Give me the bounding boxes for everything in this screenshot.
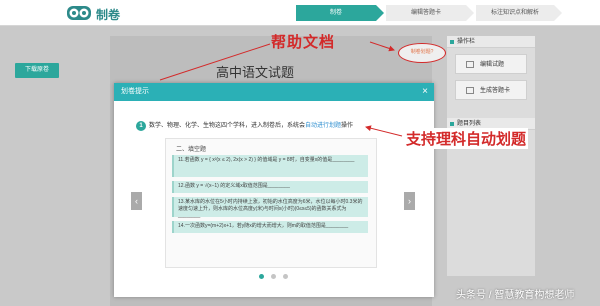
intro-tail: 操作 (341, 123, 354, 129)
download-original-button[interactable]: 下载原卷 (15, 63, 59, 78)
modal-title: 划卷提示 (121, 88, 149, 95)
intro-text: 数学、物理、化学、生物这四个学科，进入制卷后，系统会 (149, 123, 306, 129)
top-bar: 制卷 制卷 编辑答题卡 标注知识点和解析 (0, 0, 600, 26)
split-hint-modal: 划卷提示 × 1 数学、物理、化学、生物这四个学科，进入制卷后，系统会自动进行划题… (114, 83, 434, 297)
owl-logo-icon (67, 6, 91, 20)
card-icon (466, 87, 474, 94)
step-tag-knowledge[interactable]: 标注知识点和解析 (476, 5, 562, 21)
paper-title: 高中语文试题 (216, 65, 295, 80)
annotation-help-docs: 帮助文档 (271, 33, 336, 51)
edit-question-button[interactable]: 编辑试题 (455, 54, 527, 74)
question-item: 13.某水库的水位在5小时内持续上涨，初始的水位高度为6米，水位以每小时0.3米… (172, 197, 368, 219)
step-progress: 制卷 编辑答题卡 标注知识点和解析 (296, 5, 564, 21)
generate-answer-card-label: 生成答题卡 (480, 88, 511, 94)
close-icon[interactable]: × (422, 83, 428, 101)
step-edit-answer-card[interactable]: 编辑答题卡 (386, 5, 474, 21)
page-dot[interactable] (271, 274, 276, 279)
section-title: 二、填空题 (176, 147, 207, 153)
page-dot[interactable] (259, 274, 264, 279)
edit-question-label: 编辑试题 (480, 62, 505, 68)
question-item: 14.一次函数y=(m+2)x+1，若y随x的增大而增大，则m的取值范围是___… (172, 221, 368, 233)
next-arrow-icon[interactable]: › (404, 192, 415, 210)
modal-intro: 1 数学、物理、化学、生物这四个学科，进入制卷后，系统会自动进行划题操作 (136, 120, 353, 131)
help-docs-link[interactable]: 制卷划题? (398, 43, 446, 63)
watermark: 头条号 / 智慧教育构想老师 (456, 290, 575, 301)
panel-header: 操作栏 (447, 36, 535, 48)
generate-answer-card-button[interactable]: 生成答题卡 (455, 80, 527, 100)
auto-split-link[interactable]: 自动进行划题 (305, 123, 341, 129)
step-make-paper[interactable]: 制卷 (296, 5, 384, 21)
prev-arrow-icon[interactable]: ‹ (131, 192, 142, 210)
question-item: 11.若函数 y = { x²(x ≤ 2), 2x(x > 2) } 的值域是… (172, 155, 368, 177)
annotation-auto-split: 支持理科自动划题 (404, 128, 529, 149)
modal-header: 划卷提示 × (114, 83, 434, 101)
edit-icon (466, 61, 474, 68)
operation-panel: 操作栏 编辑试题 生成答题卡 题目列表 (447, 36, 535, 276)
step-number-badge: 1 (136, 121, 146, 131)
example-screenshot: 二、填空题 11.若函数 y = { x²(x ≤ 2), 2x(x > 2) … (165, 138, 377, 268)
pagination-dots (259, 274, 295, 279)
app-title: 制卷 (96, 8, 121, 22)
question-item: 12.函数 y = √(x−1) 的定义域x取值范围是________ (172, 181, 368, 193)
page-dot[interactable] (283, 274, 288, 279)
